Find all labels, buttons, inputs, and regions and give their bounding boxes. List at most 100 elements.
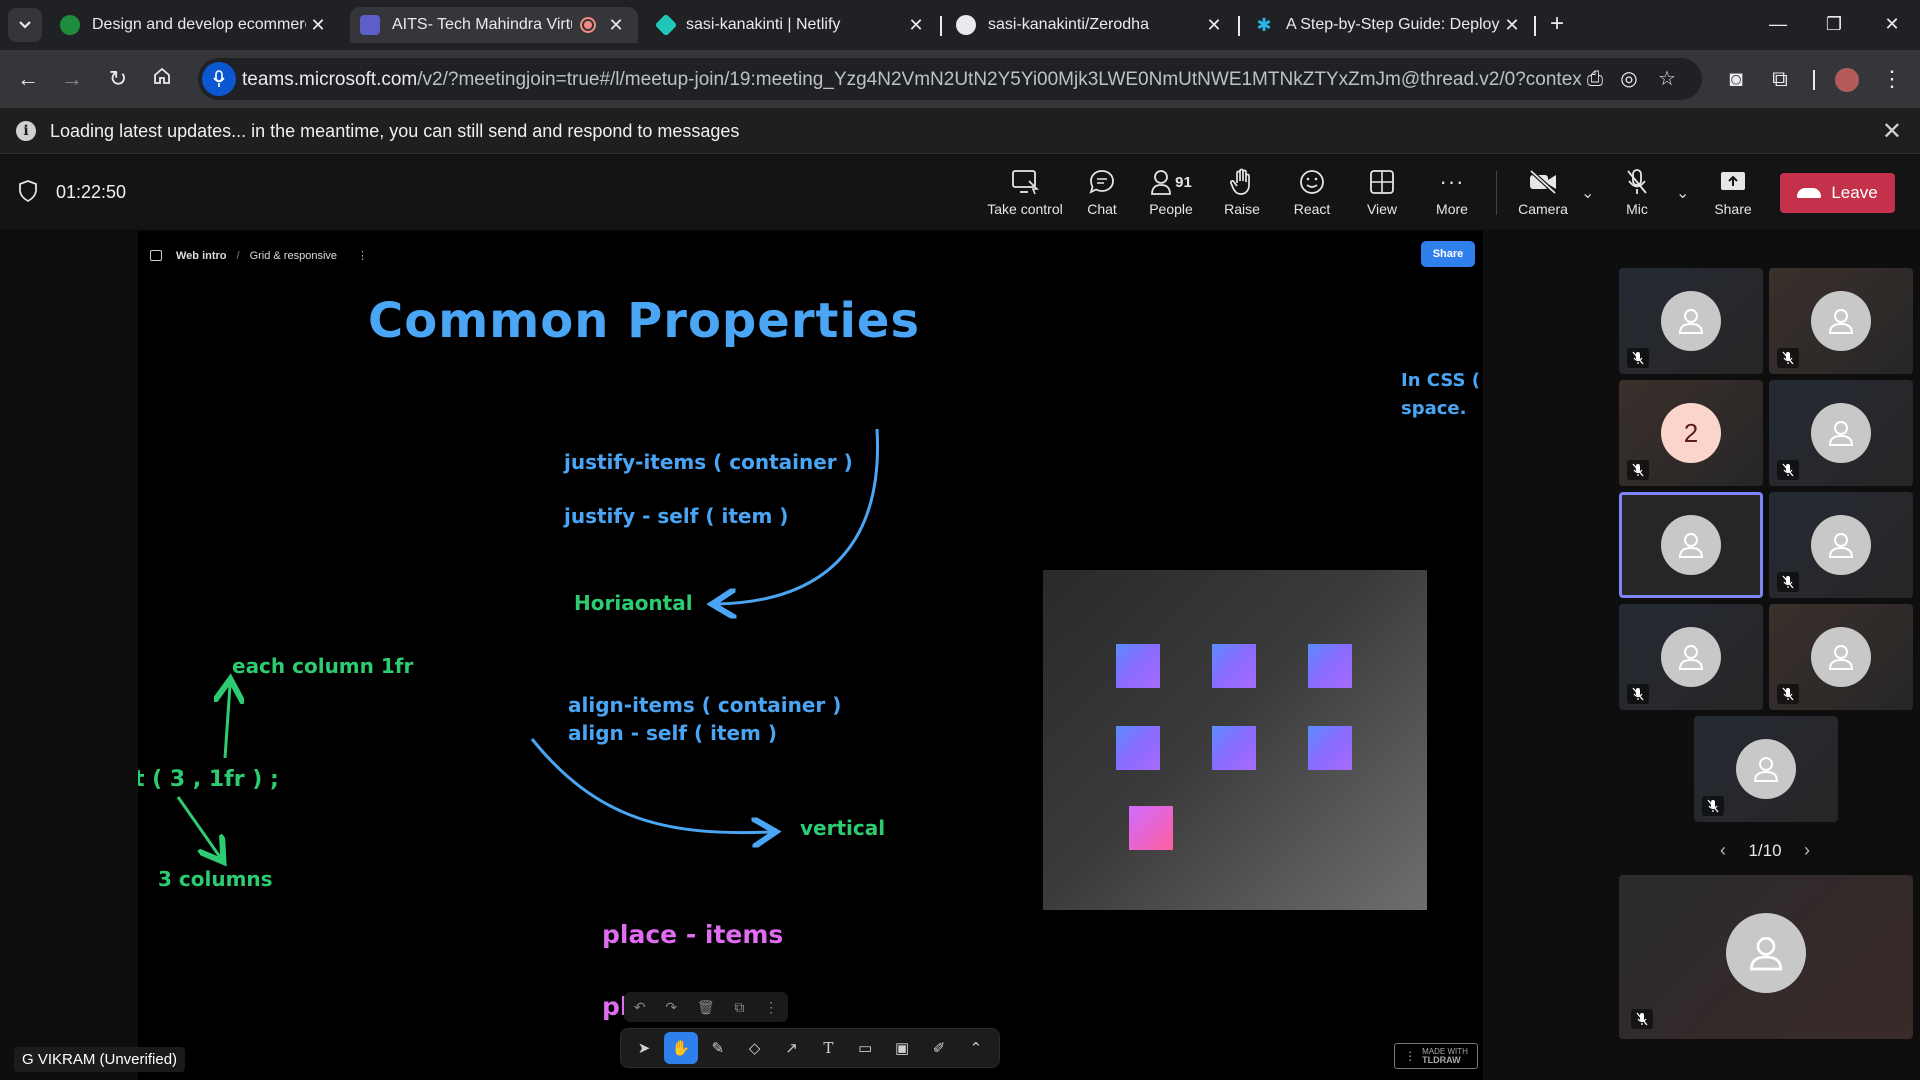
- curved-arrow-vertical: [530, 738, 770, 833]
- draw-tool-icon: ✎: [711, 1040, 725, 1057]
- avatar: [1811, 403, 1871, 463]
- participant-pager: ‹ 1/10 ›: [1720, 840, 1810, 861]
- avatar: [1661, 627, 1721, 687]
- people-button[interactable]: 91 People: [1147, 165, 1195, 223]
- tab-search-button[interactable]: [8, 8, 42, 42]
- mic-button[interactable]: Mic: [1612, 165, 1662, 223]
- grid-item: [1129, 806, 1173, 850]
- voice-search-icon[interactable]: [202, 62, 236, 96]
- camera-button[interactable]: Camera: [1516, 165, 1570, 223]
- participant-tile[interactable]: [1619, 604, 1763, 710]
- tab-title: AITS- Tech Mahindra Virtual: [392, 16, 572, 33]
- extension-icon[interactable]: ◙: [1720, 63, 1752, 95]
- person-icon: [1749, 937, 1783, 971]
- chevron-up-icon: ⌃: [969, 1040, 983, 1057]
- mic-off-icon: [1702, 796, 1724, 816]
- minimize-button[interactable]: —: [1758, 10, 1798, 38]
- page-indicator: 1/10: [1748, 840, 1782, 860]
- extensions-puzzle-icon[interactable]: ⧉: [1764, 63, 1796, 95]
- camera-off-icon: [1529, 169, 1557, 195]
- browser-tab-netlify[interactable]: sasi-kanakinti | Netlify ✕: [648, 7, 938, 43]
- bookmark-star-icon[interactable]: ☆: [1654, 67, 1680, 91]
- close-tab-icon[interactable]: ✕: [1500, 15, 1524, 36]
- camera-options-chevron-icon[interactable]: ⌄: [1581, 183, 1594, 203]
- back-button[interactable]: ←: [14, 65, 42, 93]
- install-app-icon[interactable]: ⎙: [1582, 67, 1608, 91]
- participant-tile[interactable]: [1619, 268, 1763, 374]
- take-control-label: Take control: [987, 201, 1063, 217]
- person-icon: [1828, 309, 1854, 334]
- people-label: People: [1149, 201, 1193, 217]
- grid-view-icon: [1370, 170, 1394, 194]
- share-label: Share: [1714, 201, 1752, 217]
- mic-off-icon: [1777, 572, 1799, 592]
- raise-hand-button[interactable]: Raise: [1220, 165, 1264, 223]
- take-control-button[interactable]: Take control: [985, 165, 1065, 223]
- browser-tab-teams[interactable]: AITS- Tech Mahindra Virtual ✕: [350, 7, 638, 43]
- leave-button[interactable]: Leave: [1780, 173, 1895, 213]
- avatar: [1661, 291, 1721, 351]
- participant-tile[interactable]: [1694, 716, 1838, 822]
- update-notice-bar: i Loading latest updates... in the meant…: [0, 108, 1920, 154]
- mic-off-icon: [1627, 460, 1649, 480]
- react-button[interactable]: React: [1290, 165, 1334, 223]
- note-tool-icon: ▭: [858, 1040, 873, 1057]
- reload-button[interactable]: ↻: [104, 65, 132, 93]
- tab-divider: [1238, 16, 1240, 36]
- participant-tile[interactable]: [1769, 604, 1913, 710]
- browser-tab-bar: Design and develop ecommerce ✕ AITS- Tec…: [0, 0, 1920, 50]
- browser-tab-guide[interactable]: ✱ A Step-by-Step Guide: Deploying ✕: [1244, 7, 1534, 43]
- image-tool-icon: ▣: [895, 1040, 910, 1057]
- more-button[interactable]: ··· More: [1430, 165, 1474, 223]
- participant-tile[interactable]: [1769, 492, 1913, 598]
- close-window-button[interactable]: ✕: [1872, 10, 1912, 38]
- share-button[interactable]: Share: [1708, 165, 1758, 223]
- browser-toolbar: ← → ↻ teams.microsoft.com/v2/?meetingjoi…: [0, 50, 1920, 108]
- browser-tab-ecommerce[interactable]: Design and develop ecommerce ✕: [50, 7, 340, 43]
- phone-hangup-icon: [1797, 188, 1822, 198]
- eraser-tool-icon: ◇: [748, 1040, 761, 1057]
- new-tab-button[interactable]: +: [1543, 10, 1571, 38]
- toolbar-divider: [1496, 171, 1497, 215]
- meeting-toolbar: 01:22:50 Take control Chat 91 People Rai…: [0, 155, 1920, 229]
- grid-item: [1116, 644, 1160, 688]
- restore-button[interactable]: ❐: [1814, 10, 1854, 38]
- home-icon: [154, 67, 170, 84]
- forward-button[interactable]: →: [58, 65, 86, 93]
- close-tab-icon[interactable]: ✕: [1202, 15, 1226, 36]
- close-tab-icon[interactable]: ✕: [904, 15, 928, 36]
- grid-item: [1308, 644, 1352, 688]
- mic-off-icon: [1627, 169, 1647, 194]
- home-button[interactable]: [148, 65, 176, 93]
- tab-title: sasi-kanakinti/Zerodha: [988, 16, 1149, 33]
- participant-tile[interactable]: 2: [1619, 380, 1763, 486]
- avatar: [1736, 739, 1796, 799]
- close-tab-icon[interactable]: ✕: [306, 15, 330, 36]
- self-view-tile[interactable]: [1619, 875, 1913, 1039]
- undo-icon: ↶: [633, 998, 646, 1015]
- next-page-button[interactable]: ›: [1804, 840, 1810, 861]
- view-label: View: [1366, 201, 1398, 217]
- select-tool-icon: ➤: [637, 1040, 651, 1057]
- tab-title: Design and develop ecommerce: [92, 16, 306, 33]
- browser-tab-github[interactable]: sasi-kanakinti/Zerodha ✕: [946, 7, 1236, 43]
- view-button[interactable]: View: [1360, 165, 1404, 223]
- mic-options-chevron-icon[interactable]: ⌄: [1676, 183, 1689, 203]
- participant-tile[interactable]: [1769, 268, 1913, 374]
- tab-divider: [940, 16, 942, 36]
- tracking-protection-icon[interactable]: ◎: [1616, 67, 1642, 91]
- netlify-favicon-icon: [654, 13, 678, 37]
- previous-page-button[interactable]: ‹: [1720, 840, 1726, 861]
- dismiss-notice-button[interactable]: ✕: [1882, 117, 1902, 146]
- curved-arrow-horizontal: [718, 428, 880, 604]
- participant-tile-speaking[interactable]: [1619, 492, 1763, 598]
- mic-off-icon: [1631, 1009, 1653, 1029]
- shared-screen: Web intro / Grid & responsive ⋮ Share Co…: [138, 231, 1483, 1080]
- arrow-down-three-columns: [176, 796, 220, 857]
- address-bar[interactable]: teams.microsoft.com/v2/?meetingjoin=true…: [198, 58, 1702, 100]
- browser-menu-icon[interactable]: ⋮: [1876, 63, 1908, 95]
- profile-avatar[interactable]: [1831, 63, 1863, 95]
- close-tab-icon[interactable]: ✕: [604, 15, 628, 36]
- chat-button[interactable]: Chat: [1080, 165, 1124, 223]
- participant-tile[interactable]: [1769, 380, 1913, 486]
